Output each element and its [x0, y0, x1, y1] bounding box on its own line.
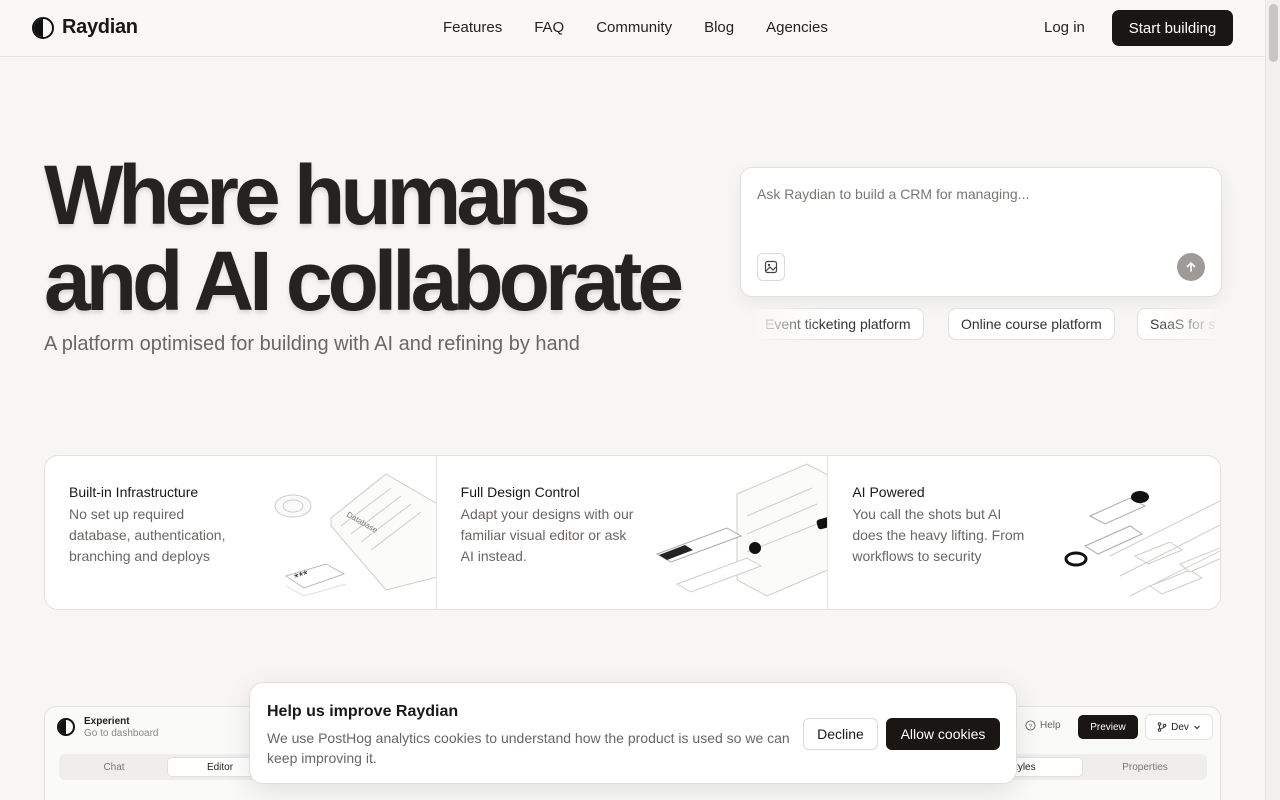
feature-title: AI Powered — [852, 484, 925, 500]
tab-chat[interactable]: Chat — [63, 757, 165, 777]
brand-name: Raydian — [62, 16, 138, 38]
hero-subtitle: A platform optimised for building with A… — [44, 333, 580, 355]
help-button[interactable]: ? Help — [1025, 720, 1061, 731]
login-link[interactable]: Log in — [1044, 19, 1085, 36]
suggestion-chip[interactable]: Event ticketing platform — [752, 308, 924, 340]
logo[interactable]: Raydian — [32, 16, 138, 39]
arrow-up-icon — [1186, 262, 1196, 272]
branch-icon — [1157, 722, 1167, 732]
send-button[interactable] — [1177, 253, 1205, 281]
image-icon — [764, 260, 778, 274]
suggestion-chip[interactable]: SaaS for s — [1137, 308, 1222, 340]
prompt-box — [740, 167, 1222, 297]
feature-card-infrastructure: Built-in Infrastructure No set up requir… — [45, 456, 437, 609]
help-circle-icon: ? — [1025, 720, 1036, 731]
nav-link-features[interactable]: Features — [443, 19, 502, 36]
workflow-illustration-icon — [1064, 491, 1220, 597]
branch-label: Dev — [1171, 721, 1189, 733]
help-label: Help — [1040, 720, 1061, 731]
decline-button[interactable]: Decline — [803, 718, 878, 750]
tab-properties[interactable]: Properties — [1087, 757, 1203, 777]
feature-card-design: Full Design Control Adapt your designs w… — [437, 456, 829, 609]
chevron-down-icon — [1193, 725, 1200, 730]
hero-title: Where humans and AI collaborate — [44, 152, 684, 324]
page-scrollbar[interactable] — [1265, 0, 1280, 800]
prompt-input[interactable] — [757, 186, 1197, 202]
database-illustration-icon: Database *** — [274, 473, 436, 597]
project-icon — [57, 718, 75, 736]
nav-link-faq[interactable]: FAQ — [534, 19, 564, 36]
nav-links: Features FAQ Community Blog Agencies — [443, 19, 860, 36]
allow-cookies-button[interactable]: Allow cookies — [886, 718, 1000, 750]
hero-title-line-1: Where humans — [44, 148, 591, 242]
feature-card-ai: AI Powered You call the shots but AI doe… — [828, 456, 1220, 609]
branch-select[interactable]: Dev — [1145, 714, 1213, 740]
cookie-text: We use PostHog analytics cookies to unde… — [267, 730, 790, 766]
feature-title: Built-in Infrastructure — [69, 484, 199, 500]
nav-link-community[interactable]: Community — [596, 19, 672, 36]
project-name: Experient — [84, 716, 130, 727]
features-panel: Built-in Infrastructure No set up requir… — [44, 455, 1221, 610]
scrollbar-thumb[interactable] — [1269, 4, 1278, 62]
feature-description: Adapt your designs with our familiar vis… — [460, 506, 634, 564]
suggestion-chip[interactable]: Online course platform — [948, 308, 1115, 340]
svg-text:?: ? — [1029, 723, 1033, 730]
attach-image-button[interactable] — [757, 253, 785, 281]
feature-title: Full Design Control — [460, 484, 580, 500]
nav-link-blog[interactable]: Blog — [704, 19, 734, 36]
start-building-button[interactable]: Start building — [1112, 10, 1233, 46]
nav-link-agencies[interactable]: Agencies — [766, 19, 828, 36]
cookie-title: Help us improve Raydian — [267, 703, 459, 720]
chat-editor-toggle: Chat Editor — [59, 754, 277, 780]
suggestion-chips: Event ticketing platform Online course p… — [752, 308, 1222, 342]
hero-title-line-2: and AI collaborate — [44, 234, 684, 328]
visual-editor-illustration-icon — [656, 463, 828, 597]
cookie-banner: Help us improve Raydian We use PostHog a… — [249, 682, 1017, 784]
feature-description: No set up required database, authenticat… — [69, 506, 226, 564]
top-nav: Raydian Features FAQ Community Blog Agen… — [0, 0, 1265, 57]
feature-description: You call the shots but AI does the heavy… — [852, 506, 1025, 564]
go-to-dashboard-link[interactable]: Go to dashboard — [84, 728, 159, 739]
preview-button[interactable]: Preview — [1078, 715, 1138, 739]
raydian-logo-icon — [32, 16, 54, 39]
